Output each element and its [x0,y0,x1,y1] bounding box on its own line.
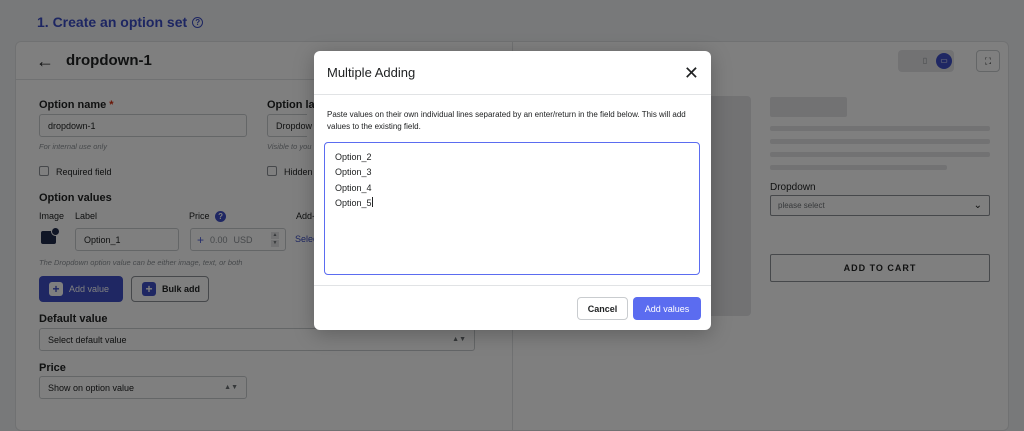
modal-description: Paste values on their own individual lin… [327,110,686,131]
text-caret [371,196,373,207]
multiple-adding-modal: Multiple Adding ✕ Paste values on their … [314,51,711,330]
modal-header: Multiple Adding ✕ [314,51,711,95]
textarea-line: Option_3 [335,167,372,178]
textarea-line-last: Option_5 [335,196,373,208]
close-icon[interactable]: ✕ [684,64,699,82]
textarea-line: Option_4 [335,182,372,193]
textarea-line: Option_2 [335,152,372,162]
values-textarea[interactable]: Option_2 Option_3 Option_4 Option_5 [324,142,700,275]
add-values-button[interactable]: Add values [633,297,701,320]
cancel-button[interactable]: Cancel [577,297,628,320]
modal-footer: Cancel Add values [314,285,711,330]
modal-title: Multiple Adding [327,65,416,80]
